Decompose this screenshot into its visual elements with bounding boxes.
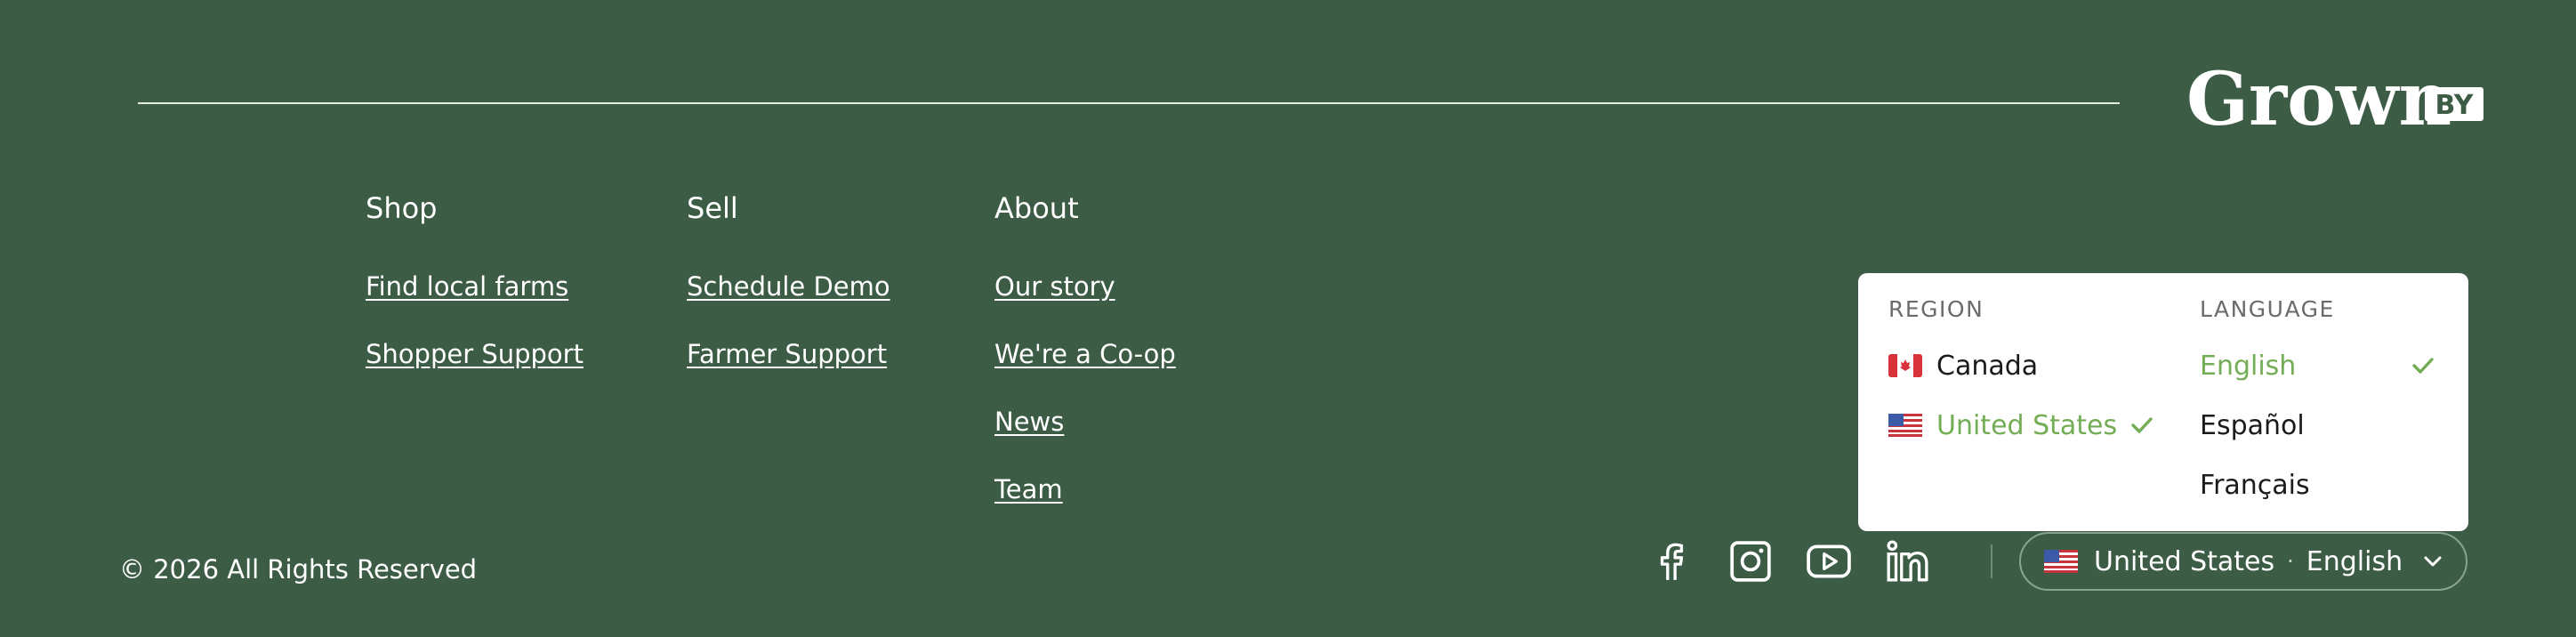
column-heading-sell: Sell — [687, 191, 738, 225]
column-heading-shop: Shop — [366, 191, 438, 225]
facebook-icon — [1660, 543, 1684, 580]
region-option-canada[interactable]: Canada — [1888, 341, 2038, 391]
check-icon — [2131, 417, 2153, 433]
us-flag-icon — [1888, 414, 1922, 437]
social-separator — [1991, 544, 1992, 578]
link-schedule-demo[interactable]: Schedule Demo — [687, 269, 890, 304]
region-option-united-states[interactable]: United States — [1888, 400, 2117, 450]
language-option-english[interactable]: English — [2200, 341, 2296, 391]
region-section-title: REGION — [1888, 296, 1984, 322]
grownby-logo[interactable]: Grown BY — [2186, 57, 2489, 151]
footer-column-sell: Sell Schedule Demo Farmer Support — [687, 189, 890, 404]
locale-language-label: English — [2306, 545, 2403, 577]
region-option-label: United States — [1936, 409, 2118, 441]
footer-column-about: About Our story We're a Co-op News Team — [994, 189, 1176, 539]
us-flag-icon — [2044, 550, 2078, 573]
language-option-francais[interactable]: Français — [2200, 460, 2310, 510]
column-heading-about: About — [994, 191, 1079, 225]
social-links — [1647, 535, 1960, 588]
link-farmer-support[interactable]: Farmer Support — [687, 336, 890, 372]
link-news[interactable]: News — [994, 404, 1176, 439]
logo-suffix: BY — [2435, 90, 2475, 121]
language-option-espanol[interactable]: Español — [2200, 400, 2305, 450]
check-icon — [2412, 358, 2434, 374]
facebook-link[interactable] — [1647, 536, 1697, 586]
youtube-link[interactable] — [1804, 536, 1854, 586]
link-shopper-support[interactable]: Shopper Support — [366, 336, 584, 372]
instagram-icon — [1730, 541, 1771, 582]
footer-divider — [138, 102, 2120, 104]
locale-region-label: United States — [2094, 545, 2275, 577]
linkedin-icon — [1887, 540, 1928, 582]
instagram-link[interactable] — [1726, 536, 1775, 586]
link-co-op[interactable]: We're a Co-op — [994, 336, 1176, 372]
locale-selector-button[interactable]: United States · English — [2019, 532, 2467, 591]
ca-flag-icon — [1888, 354, 1922, 377]
linkedin-link[interactable] — [1882, 536, 1932, 586]
logo-wordmark: Grown — [2186, 59, 2451, 142]
footer-column-shop: Shop Find local farms Shopper Support — [366, 189, 584, 404]
link-find-local-farms[interactable]: Find local farms — [366, 269, 584, 304]
locale-popup: REGION LANGUAGE Canada United States Eng… — [1858, 273, 2468, 531]
language-option-label: English — [2200, 350, 2297, 382]
grownby-logo-mark: Grown BY — [2186, 57, 2483, 142]
region-option-label: Canada — [1936, 350, 2039, 382]
youtube-icon — [1807, 544, 1851, 578]
chevron-down-icon — [2424, 556, 2442, 567]
language-option-label: Español — [2200, 409, 2305, 441]
locale-separator: · — [2287, 549, 2294, 574]
language-option-label: Français — [2200, 469, 2310, 501]
link-team[interactable]: Team — [994, 472, 1176, 507]
copyright-text: © 2026 All Rights Reserved — [119, 554, 478, 585]
language-section-title: LANGUAGE — [2200, 296, 2335, 322]
link-our-story[interactable]: Our story — [994, 269, 1176, 304]
